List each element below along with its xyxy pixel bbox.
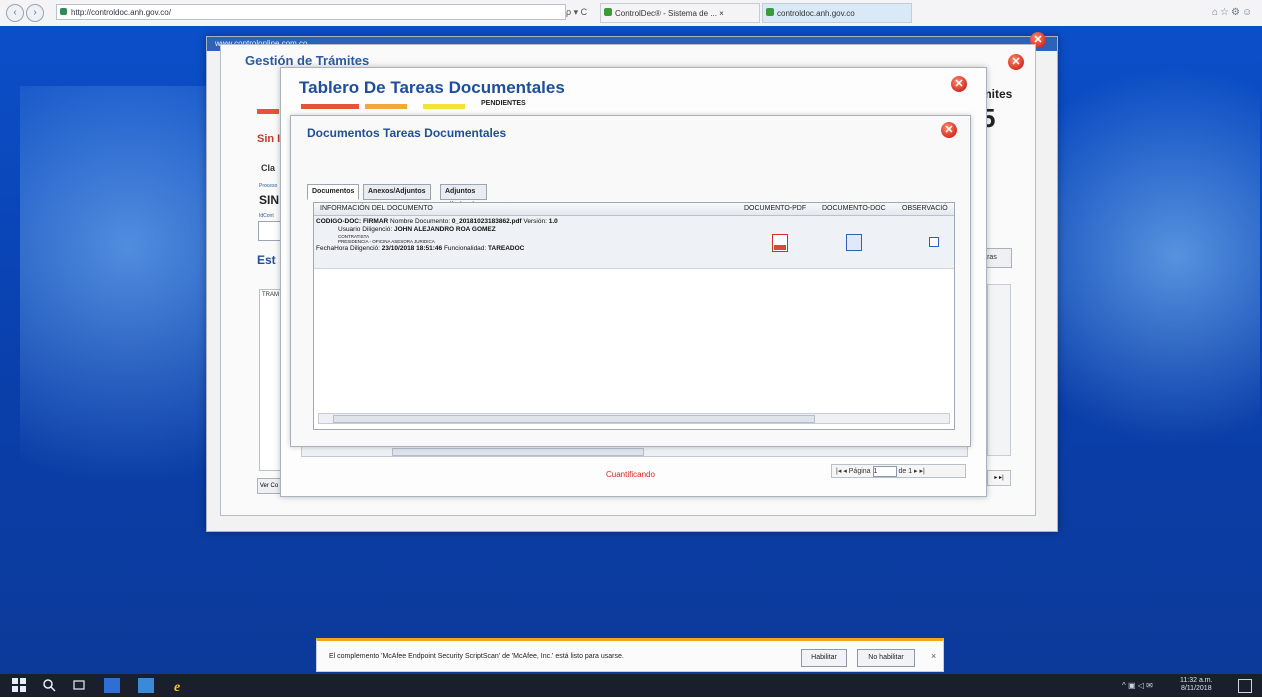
- browser-tab-controldoc[interactable]: ControlDec® - Sistema de ... ×: [600, 3, 760, 23]
- grid-header: INFORMACIÓN DEL DOCUMENTO DOCUMENTO-PDF …: [314, 203, 954, 216]
- page-input[interactable]: 1: [872, 466, 897, 477]
- windows-start-icon[interactable]: [12, 678, 28, 693]
- grid-scrollbar[interactable]: [318, 413, 950, 424]
- system-tray[interactable]: ^ ▣ ◁ ✉: [1122, 681, 1153, 690]
- gestion-fragment: Proceso: [259, 183, 278, 189]
- clock-time: 11:32 a.m.: [1180, 677, 1213, 684]
- status-bar-yellow: [423, 104, 465, 109]
- enable-button[interactable]: Habilitar: [801, 649, 847, 667]
- notifications-icon[interactable]: [1238, 679, 1252, 693]
- documentos-title: Documentos Tareas Documentales: [307, 126, 507, 140]
- tab-favicon-icon: [766, 8, 774, 16]
- fecha-label: FechaHora Diligenció:: [316, 245, 380, 252]
- task-view-icon[interactable]: [72, 678, 88, 693]
- pager-first[interactable]: |◂: [836, 468, 841, 475]
- gestion-scrollbar[interactable]: [987, 284, 1011, 456]
- gestion-title: Gestión de Trámites: [245, 53, 370, 68]
- clock: 11:32 a.m. 8/11/2018: [1180, 677, 1213, 693]
- site-icon: [60, 8, 67, 15]
- browser-tab-anh[interactable]: controldoc.anh.gov.co: [762, 3, 912, 23]
- usuario-value: JOHN ALEJANDRO ROA GOMEZ: [394, 226, 496, 233]
- svg-text:e: e: [174, 680, 180, 693]
- documentos-grid: INFORMACIÓN DEL DOCUMENTO DOCUMENTO-PDF …: [313, 202, 955, 430]
- outlook-icon[interactable]: [104, 678, 120, 693]
- taskbar: e ^ ▣ ◁ ✉ 11:32 a.m. 8/11/2018: [0, 674, 1262, 697]
- close-icon[interactable]: ×: [931, 651, 936, 661]
- grid-scroll-thumb[interactable]: [333, 415, 815, 423]
- document-info-cell: CODIGO-DOC: FIRMAR Nombre Documento: 0_2…: [316, 218, 736, 264]
- app-icon[interactable]: [138, 678, 154, 693]
- tablero-scroll-thumb[interactable]: [392, 448, 644, 456]
- gestion-fragment: SIN: [259, 193, 280, 207]
- internet-explorer-icon[interactable]: e: [172, 678, 188, 695]
- notification-bar: El complemento 'McAfee Endpoint Security…: [316, 638, 944, 672]
- document-icon[interactable]: [846, 234, 862, 251]
- notification-text: El complemento 'McAfee Endpoint Security…: [329, 653, 624, 660]
- tab-documentos[interactable]: Documentos: [307, 184, 360, 200]
- pager-page-label: Página: [848, 468, 871, 475]
- column-header[interactable]: OBSERVACIÓ: [902, 205, 948, 212]
- tab-anexos-adjuntos[interactable]: Anexos/Adjuntos: [363, 184, 431, 200]
- gestion-pager[interactable]: ▸ ▸|: [987, 470, 1011, 486]
- tab-adjuntos-eliminados[interactable]: Adjuntos Eliminados: [440, 184, 488, 209]
- pdf-icon[interactable]: [772, 234, 788, 252]
- browser-toolbar: ‹ › http://controldoc.anh.gov.co/ ρ ▾ C …: [0, 0, 1262, 27]
- nombre-label: Nombre Documento:: [390, 218, 451, 225]
- nombre-value: 0_20181023183862.pdf: [451, 218, 522, 225]
- pending-label: PENDIENTES: [481, 100, 526, 107]
- documentos-window: Documentos Tareas Documentales Documento…: [290, 115, 971, 447]
- pager-prev[interactable]: ◂: [843, 468, 847, 475]
- gestion-bar: [257, 109, 279, 114]
- tablero-title: Tablero De Tareas Documentales: [299, 78, 565, 97]
- codigo-value: FIRMAR: [362, 218, 389, 225]
- disable-button[interactable]: No habilitar: [857, 649, 915, 667]
- pager: |◂ ◂ Página 1 de 1 ▸ ▸|: [831, 464, 966, 478]
- pager-next[interactable]: ▸: [914, 468, 918, 475]
- ver-button[interactable]: Ver Co: [257, 478, 281, 494]
- pager-last[interactable]: ▸|: [920, 468, 925, 475]
- address-controls[interactable]: ρ ▾ C: [566, 4, 596, 20]
- tablero-close-icon[interactable]: ✕: [951, 76, 967, 92]
- pager-of-label: de 1: [898, 468, 913, 475]
- version-label: Versión:: [523, 218, 547, 225]
- column-header[interactable]: DOCUMENTO-PDF: [744, 205, 806, 212]
- table-row[interactable]: CODIGO-DOC: FIRMAR Nombre Documento: 0_2…: [314, 216, 954, 269]
- search-icon[interactable]: [42, 678, 58, 693]
- fecha-value: 23/10/2018 18:51:46: [381, 245, 443, 252]
- status-bar-red: [301, 104, 359, 109]
- gestion-fragment: TRAM: [262, 292, 279, 298]
- gestion-fragment: Cla: [261, 163, 276, 173]
- status-text: Cuantificando: [606, 470, 655, 479]
- column-header[interactable]: DOCUMENTO-DOC: [822, 205, 886, 212]
- gestion-fragment: Est: [257, 253, 276, 267]
- observation-icon[interactable]: [929, 237, 939, 247]
- version-value: 1.0: [548, 218, 558, 225]
- gestion-close-icon[interactable]: ✕: [1008, 54, 1024, 70]
- back-button[interactable]: ‹: [6, 4, 24, 22]
- gestion-fragment: Sin I: [257, 133, 281, 145]
- tablero-scrollbar[interactable]: [301, 446, 968, 457]
- address-bar[interactable]: http://controldoc.anh.gov.co/: [56, 4, 566, 20]
- usuario-label: Usuario Diligenció:: [338, 226, 393, 233]
- status-bar-orange: [365, 104, 407, 109]
- browser-tools-icons[interactable]: ⌂☆⚙☺: [1212, 7, 1260, 19]
- clock-date: 8/11/2018: [1180, 685, 1212, 692]
- documentos-close-icon[interactable]: ✕: [941, 122, 957, 138]
- gestion-fragment: IdCont: [259, 213, 274, 219]
- codigo-label: CODIGO-DOC:: [316, 218, 362, 225]
- tab-favicon-icon: [604, 8, 612, 16]
- column-header[interactable]: INFORMACIÓN DEL DOCUMENTO: [320, 205, 433, 212]
- funcionalidad-label: Funcionalidad:: [443, 245, 487, 252]
- funcionalidad-value: TAREADOC: [488, 245, 525, 252]
- forward-button[interactable]: ›: [26, 4, 44, 22]
